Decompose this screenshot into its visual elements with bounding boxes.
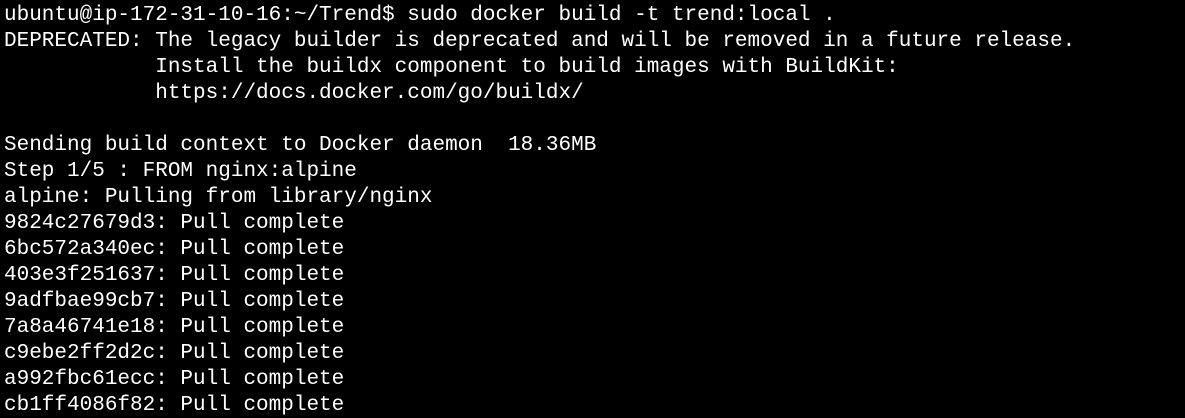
layer-pull-line: 9adfbae99cb7: Pull complete [4,290,345,313]
layer-pull-line: 403e3f251637: Pull complete [4,264,345,287]
layer-pull-line: 7a8a46741e18: Pull complete [4,316,345,339]
pull-status-line: alpine: Pulling from library/nginx [4,186,433,209]
layer-pull-line: cb1ff4086f82: Pull complete [4,394,345,417]
layer-pull-line: 6bc572a340ec: Pull complete [4,238,345,261]
build-context-line: Sending build context to Docker daemon 1… [4,134,597,157]
build-step-line: Step 1/5 : FROM nginx:alpine [4,160,357,183]
command-prompt-line: ubuntu@ip-172-31-10-16:~/Trend$ sudo doc… [4,4,836,27]
layer-pull-line: 9824c27679d3: Pull complete [4,212,345,235]
deprecation-warning-line: DEPRECATED: The legacy builder is deprec… [4,30,1076,53]
deprecation-warning-line: Install the buildx component to build im… [4,56,899,79]
layer-pull-line: a992fbc61ecc: Pull complete [4,368,345,391]
deprecation-warning-line: https://docs.docker.com/go/buildx/ [4,82,584,105]
terminal-output[interactable]: ubuntu@ip-172-31-10-16:~/Trend$ sudo doc… [0,0,1185,418]
layer-pull-line: c9ebe2ff2d2c: Pull complete [4,342,345,365]
